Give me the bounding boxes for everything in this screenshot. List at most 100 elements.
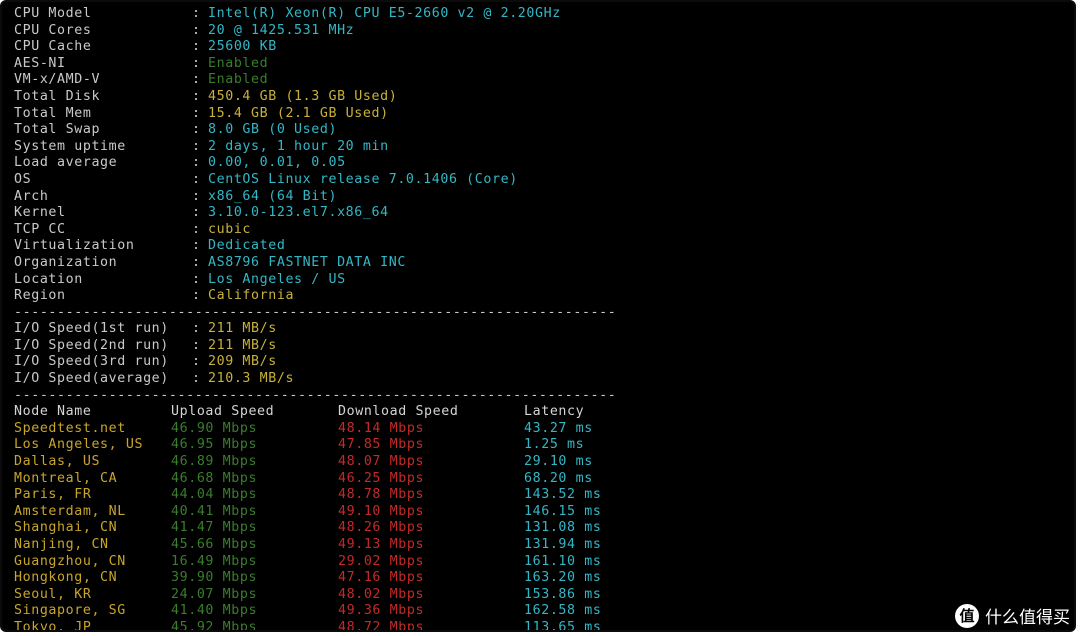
speedtest-row: Paris, FR 44.04 Mbps 48.78 Mbps 143.52 ms	[14, 487, 1074, 504]
node-name: Paris, FR	[14, 487, 92, 503]
node-name: Amsterdam, NL	[14, 503, 126, 519]
sysinfo-row: AES-NI: Enabled	[14, 56, 1074, 73]
sysinfo-key: Load average	[14, 155, 118, 171]
node-name: Dallas, US	[14, 454, 101, 470]
sysinfo-row: Region: California	[14, 288, 1074, 305]
speedtest-row: Shanghai, CN 41.47 Mbps 48.26 Mbps 131.08 m…	[14, 520, 1074, 537]
node-name: Shanghai, CN	[14, 520, 118, 536]
sysinfo-row: System uptime:2 days, 1 hour 20 min	[14, 139, 1074, 156]
speedtest-row: Seoul, KR 24.07 Mbps 48.02 Mbps 153.86 ms	[14, 587, 1074, 604]
sysinfo-value: Dedicated	[208, 238, 286, 254]
download-speed: 48.14 Mbps	[338, 420, 425, 436]
upload-speed: 41.40 Mbps	[171, 603, 258, 619]
latency: 162.58 ms	[524, 603, 602, 619]
sysinfo-key: CPU Cache	[14, 39, 92, 55]
io-key: I/O Speed(average)	[14, 371, 169, 387]
colon: :	[192, 288, 201, 304]
colon: :	[192, 171, 201, 187]
io-key: I/O Speed(2nd run)	[14, 337, 169, 353]
io-key: I/O Speed(3rd run)	[14, 354, 169, 370]
header-download-speed: Download Speed	[338, 404, 459, 420]
node-name: Los Angeles, US	[14, 437, 144, 453]
sysinfo-value: Los Angeles / US	[208, 271, 346, 287]
sysinfo-row: VM-x/AMD-V: Enabled	[14, 72, 1074, 89]
latency: 146.15 ms	[524, 503, 602, 519]
sysinfo-value: x86_64 (64 Bit)	[208, 188, 338, 204]
upload-speed: 46.68 Mbps	[171, 470, 258, 486]
colon: :	[192, 122, 201, 138]
sysinfo-key: Organization	[14, 254, 118, 270]
sysinfo-value: 2 days, 1 hour 20 min	[208, 138, 389, 154]
colon: :	[192, 39, 201, 55]
sysinfo-row: Total Mem:15.4 GB (2.1 GB Used)	[14, 106, 1074, 123]
io-value: 209 MB/s	[208, 354, 277, 370]
colon: :	[192, 238, 201, 254]
sysinfo-row: Arch: x86_64 (64 Bit)	[14, 189, 1074, 206]
speedtest-row: Tokyo, JP 45.92 Mbps 48.72 Mbps 113.65 ms	[14, 619, 1074, 632]
colon: :	[192, 138, 201, 154]
colon: :	[192, 337, 201, 353]
sysinfo-key: TCP CC	[14, 221, 66, 237]
colon: :	[192, 88, 201, 104]
latency: 163.20 ms	[524, 570, 602, 586]
sysinfo-key: System uptime	[14, 138, 126, 154]
io-row: I/O Speed(2nd run):211 MB/s	[14, 338, 1074, 355]
sysinfo-row: Load average:0.00, 0.01, 0.05	[14, 155, 1074, 172]
download-speed: 29.02 Mbps	[338, 553, 425, 569]
io-value: 211 MB/s	[208, 337, 277, 353]
sysinfo-value: 0.00, 0.01, 0.05	[208, 155, 346, 171]
upload-speed: 44.04 Mbps	[171, 487, 258, 503]
sysinfo-value: Enabled	[208, 72, 269, 88]
colon: :	[192, 22, 201, 38]
download-speed: 48.26 Mbps	[338, 520, 425, 536]
sysinfo-row: Total Disk:450.4 GB (1.3 GB Used)	[14, 89, 1074, 106]
speedtest-row: Amsterdam, NL 40.41 Mbps 49.10 Mbps 146.15 …	[14, 504, 1074, 521]
speedtest-row: Guangzhou, CN 16.49 Mbps 29.02 Mbps 161.10 …	[14, 554, 1074, 571]
sysinfo-value: 3.10.0-123.el7.x86_64	[208, 205, 389, 221]
separator-line: ----------------------------------------…	[14, 304, 617, 320]
latency: 131.08 ms	[524, 520, 602, 536]
speedtest-row: Singapore, SG 41.40 Mbps 49.36 Mbps 162.58 …	[14, 603, 1074, 620]
sysinfo-row: Organization: AS8796 FASTNET DATA INC	[14, 255, 1074, 272]
sysinfo-key: Arch	[14, 188, 49, 204]
speedtest-row: Dallas, US 46.89 Mbps 48.07 Mbps 29.10 ms	[14, 454, 1074, 471]
latency: 153.86 ms	[524, 586, 602, 602]
sysinfo-key: Kernel	[14, 205, 66, 221]
watermark-logo-icon: 值	[955, 603, 979, 628]
sysinfo-row: Virtualization: Dedicated	[14, 238, 1074, 255]
speedtest-row: Nanjing, CN 45.66 Mbps 49.13 Mbps 131.94 ms	[14, 537, 1074, 554]
colon: :	[192, 205, 201, 221]
sysinfo-value: 450.4 GB (1.3 GB Used)	[208, 88, 398, 104]
sysinfo-key: Location	[14, 271, 83, 287]
sysinfo-key: Total Disk	[14, 88, 101, 104]
node-name: Montreal, CA	[14, 470, 118, 486]
sysinfo-value: 20 @ 1425.531 MHz	[208, 22, 355, 38]
download-speed: 48.02 Mbps	[338, 586, 425, 602]
sysinfo-key: Virtualization	[14, 238, 135, 254]
node-name: Hongkong, CN	[14, 570, 118, 586]
node-name: Speedtest.net	[14, 420, 126, 436]
upload-speed: 41.47 Mbps	[171, 520, 258, 536]
upload-speed: 46.95 Mbps	[171, 437, 258, 453]
sysinfo-key: AES-NI	[14, 55, 66, 71]
download-speed: 48.78 Mbps	[338, 487, 425, 503]
sysinfo-value: 25600 KB	[208, 39, 277, 55]
node-name: Seoul, KR	[14, 586, 92, 602]
download-speed: 49.36 Mbps	[338, 603, 425, 619]
sysinfo-value: cubic	[208, 221, 252, 237]
latency: 1.25 ms	[524, 437, 585, 453]
io-value: 210.3 MB/s	[208, 371, 295, 387]
upload-speed: 16.49 Mbps	[171, 553, 258, 569]
sysinfo-value: 15.4 GB (2.1 GB Used)	[208, 105, 389, 121]
node-name: Tokyo, JP	[14, 619, 92, 632]
sysinfo-row: CPU Cores:20 @ 1425.531 MHz	[14, 23, 1074, 40]
colon: :	[192, 188, 201, 204]
io-row: I/O Speed(average):210.3 MB/s	[14, 371, 1074, 388]
upload-speed: 45.66 Mbps	[171, 537, 258, 552]
upload-speed: 46.89 Mbps	[171, 454, 258, 470]
speedtest-header: Node Name Upload Speed Download Speed Laten…	[14, 404, 1074, 421]
header-upload-speed: Upload Speed	[171, 404, 275, 420]
header-node-name: Node Name	[14, 404, 92, 420]
speedtest-row: Speedtest.net 46.90 Mbps 48.14 Mbps 43.27 m…	[14, 421, 1074, 438]
sysinfo-row: Kernel:3.10.0-123.el7.x86_64	[14, 205, 1074, 222]
